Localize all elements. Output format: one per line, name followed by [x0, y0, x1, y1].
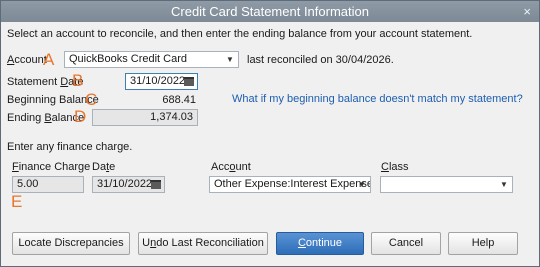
account-label: Account	[7, 54, 47, 66]
dropdown-arrow-icon: ▼	[226, 55, 234, 64]
finance-date-field[interactable]: 31/10/2022	[92, 176, 165, 193]
finance-account-select[interactable]: Other Expense:Interest Expense ▼	[209, 176, 371, 193]
account-select[interactable]: QuickBooks Credit Card ▼	[64, 51, 239, 68]
close-icon[interactable]: ×	[523, 4, 531, 19]
statement-info-dialog: Credit Card Statement Information × Sele…	[0, 0, 540, 267]
marker-b: B	[72, 71, 84, 90]
finance-class-label: Class	[381, 161, 409, 173]
marker-d: D	[74, 107, 87, 126]
finance-date-value: 31/10/2022	[97, 178, 153, 190]
marker-a: A	[43, 50, 55, 69]
locate-discrepancies-button[interactable]: Locate Discrepancies	[12, 232, 130, 255]
calendar-icon[interactable]	[151, 180, 161, 189]
dialog-title: Credit Card Statement Information	[171, 4, 369, 19]
title-bar: Credit Card Statement Information ×	[1, 1, 539, 22]
ending-balance-field[interactable]: 1,374.03	[92, 109, 198, 126]
intro-text: Select an account to reconcile, and then…	[7, 28, 473, 40]
last-reconciled-text: last reconciled on 30/04/2026.	[247, 54, 394, 66]
finance-date-label: Date	[92, 161, 116, 173]
beginning-balance-help-link[interactable]: What if my beginning balance doesn't mat…	[232, 93, 523, 105]
finance-account-value: Other Expense:Interest Expense	[214, 178, 371, 190]
finance-charge-field[interactable]: 5.00	[12, 176, 84, 193]
finance-charge-label: Finance Charge	[12, 161, 91, 173]
marker-c: C	[85, 90, 98, 109]
beginning-balance-value: 688.41	[162, 94, 196, 106]
account-select-value: QuickBooks Credit Card	[69, 53, 187, 65]
dropdown-arrow-icon: ▼	[500, 180, 508, 189]
cancel-button[interactable]: Cancel	[371, 232, 441, 255]
finance-account-label: Account	[211, 161, 251, 173]
finance-class-select[interactable]: ▼	[380, 176, 513, 193]
continue-button[interactable]: Continue	[276, 232, 364, 255]
finance-heading: Enter any finance charge.	[7, 141, 133, 153]
calendar-icon[interactable]	[184, 77, 194, 86]
statement-date-value: 31/10/2022	[130, 75, 186, 87]
ending-balance-label: Ending Balance	[7, 112, 85, 124]
undo-last-reconciliation-button[interactable]: Undo Last Reconciliation	[138, 232, 268, 255]
dropdown-arrow-icon: ▼	[358, 180, 366, 189]
help-button[interactable]: Help	[448, 232, 518, 255]
marker-e: E	[11, 192, 23, 211]
statement-date-field[interactable]: 31/10/2022	[125, 73, 198, 90]
